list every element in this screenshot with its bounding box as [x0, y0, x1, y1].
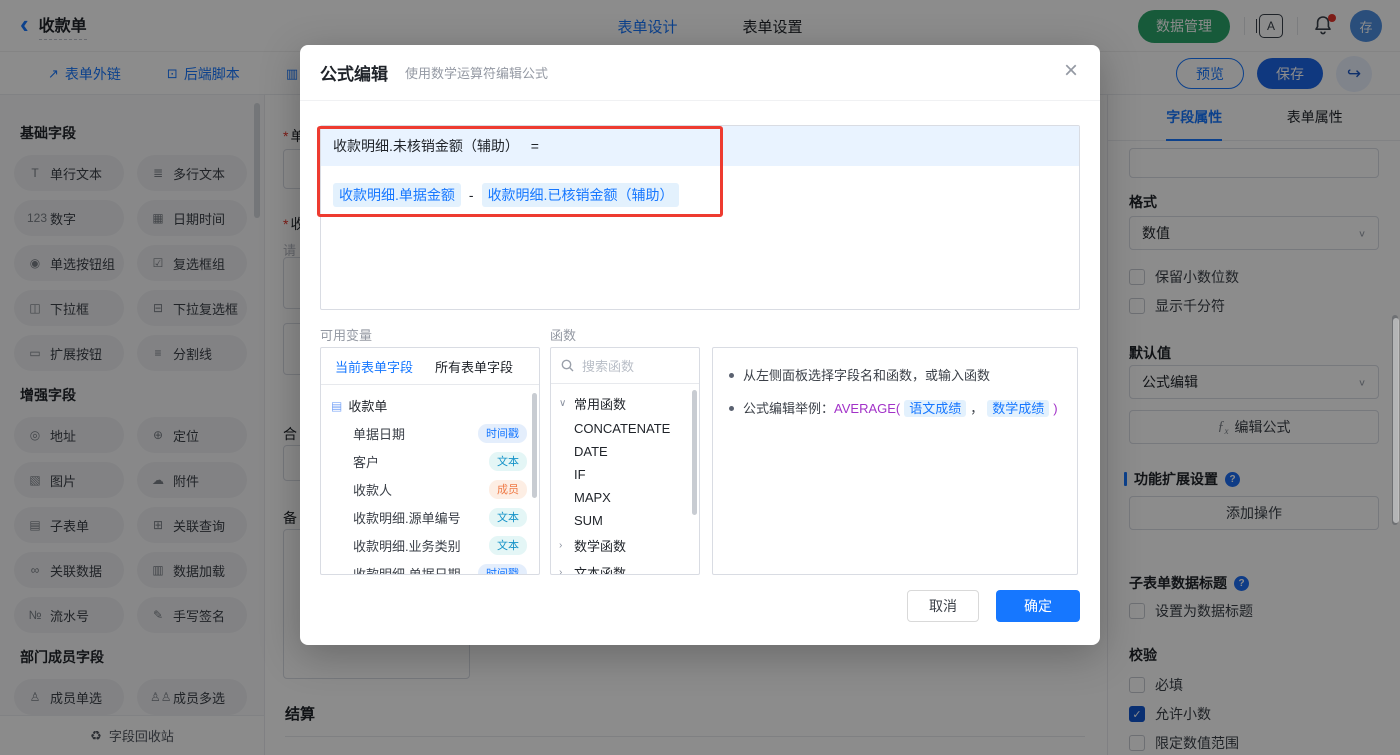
function-group-文本函数[interactable]: › 文本函数	[551, 559, 699, 575]
chevron-down-icon: ∨	[559, 398, 567, 409]
variable-type-badge: 文本	[489, 507, 527, 527]
example-function-name: AVERAGE(	[834, 400, 901, 416]
close-icon[interactable]: ×	[1064, 59, 1078, 83]
variable-item[interactable]: 收款人 成员	[321, 475, 539, 503]
variable-item[interactable]: 单据日期 时间戳	[321, 419, 539, 447]
function-item[interactable]: CONCATENATE	[551, 417, 699, 440]
formula-editor[interactable]: 收款明细.未核销金额（辅助） = 收款明细.单据金额 - 收款明细.已核销金额（…	[320, 125, 1080, 310]
variable-type-badge: 文本	[489, 535, 527, 555]
variables-scrollbar[interactable]	[532, 393, 537, 498]
window-scrollbar[interactable]	[1393, 318, 1399, 523]
variable-tree-root[interactable]: ▤ 收款单	[321, 392, 539, 419]
variable-item[interactable]: 客户 文本	[321, 447, 539, 475]
function-item[interactable]: DATE	[551, 440, 699, 463]
bullet-icon	[729, 373, 734, 378]
function-item[interactable]: MAPX	[551, 486, 699, 509]
chevron-right-icon: ›	[559, 540, 563, 551]
field-token[interactable]: 收款明细.单据金额	[333, 183, 461, 207]
field-token[interactable]: 收款明细.已核销金额（辅助）	[481, 183, 680, 207]
functions-label: 函数	[550, 328, 577, 343]
function-item[interactable]: IF	[551, 463, 699, 486]
tips-panel: 从左侧面板选择字段名和函数，或输入函数 公式编辑举例：AVERAGE(语文成绩，…	[712, 347, 1078, 575]
formula-result-row: 收款明细.未核销金额（辅助） =	[321, 126, 1079, 166]
confirm-button[interactable]: 确定	[996, 590, 1080, 622]
variable-type-badge: 成员	[489, 479, 527, 499]
variable-type-badge: 文本	[489, 451, 527, 471]
variable-item[interactable]: 收款明细.源单编号 文本	[321, 503, 539, 531]
variable-name: 收款明细.源单编号	[353, 510, 461, 526]
variable-name: 收款明细.单据日期	[353, 566, 461, 575]
functions-panel: 搜索函数 ∨ 常用函数 CONCATENATE DATE IF MAPX SUM › 数学函数 ›…	[550, 347, 700, 575]
minus-operator: -	[468, 187, 474, 203]
tip-example: 公式编辑举例：AVERAGE(语文成绩，数学成绩)	[743, 399, 1058, 417]
example-field-token: 数学成绩	[987, 399, 1050, 417]
variable-item[interactable]: 收款明细.单据日期 时间戳	[321, 559, 539, 575]
variable-name: 单据日期	[353, 426, 406, 442]
variable-item[interactable]: 收款明细.业务类别 文本	[321, 531, 539, 559]
variable-name: 收款明细.业务类别	[353, 538, 461, 554]
modal-title: 公式编辑	[320, 65, 388, 84]
tab-all-form-fields[interactable]: 所有表单字段	[435, 357, 513, 376]
function-group-常用函数[interactable]: ∨ 常用函数	[551, 390, 699, 417]
search-icon	[561, 359, 574, 372]
variable-name: 客户	[353, 454, 380, 470]
variable-type-badge: 时间戳	[478, 563, 527, 574]
cancel-button[interactable]: 取消	[907, 590, 979, 622]
chevron-right-icon: ›	[559, 567, 563, 575]
bullet-icon	[729, 405, 734, 411]
variables-panel: 当前表单字段 所有表单字段 ▤ 收款单 单据日期 时间戳 客户 文本 收款人 成员 收款明细.源…	[320, 347, 540, 575]
modal-subtitle: 使用数学运算符编辑公式	[405, 66, 549, 81]
formula-expression-row: 收款明细.单据金额 - 收款明细.已核销金额（辅助）	[321, 166, 1079, 224]
search-placeholder: 搜索函数	[582, 359, 635, 374]
formula-target-field: 收款明细.未核销金额（辅助）	[333, 138, 519, 154]
variable-type-badge: 时间戳	[478, 423, 527, 443]
variables-label: 可用变量	[320, 328, 373, 343]
functions-scrollbar[interactable]	[692, 390, 697, 515]
example-close-paren: )	[1053, 400, 1058, 416]
tab-current-form-fields[interactable]: 当前表单字段	[335, 357, 413, 376]
equals-sign: =	[530, 138, 539, 154]
function-item[interactable]: SUM	[551, 509, 699, 532]
tip-text: 从左侧面板选择字段名和函数，或输入函数	[743, 368, 991, 383]
function-search-input[interactable]: 搜索函数	[551, 348, 699, 384]
example-field-token: 语文成绩	[904, 399, 967, 417]
variable-name: 收款人	[353, 482, 393, 498]
formula-edit-modal: 公式编辑 使用数学运算符编辑公式 × 收款明细.未核销金额（辅助） = 收款明细…	[300, 45, 1100, 645]
function-group-数学函数[interactable]: › 数学函数	[551, 532, 699, 559]
app-window: ‹ 收款单 表单设计表单设置 数据管理 A 存 ↗表单外链⊡后端脚本▥数据权 预…	[0, 0, 1400, 755]
form-doc-icon: ▤	[331, 398, 343, 413]
